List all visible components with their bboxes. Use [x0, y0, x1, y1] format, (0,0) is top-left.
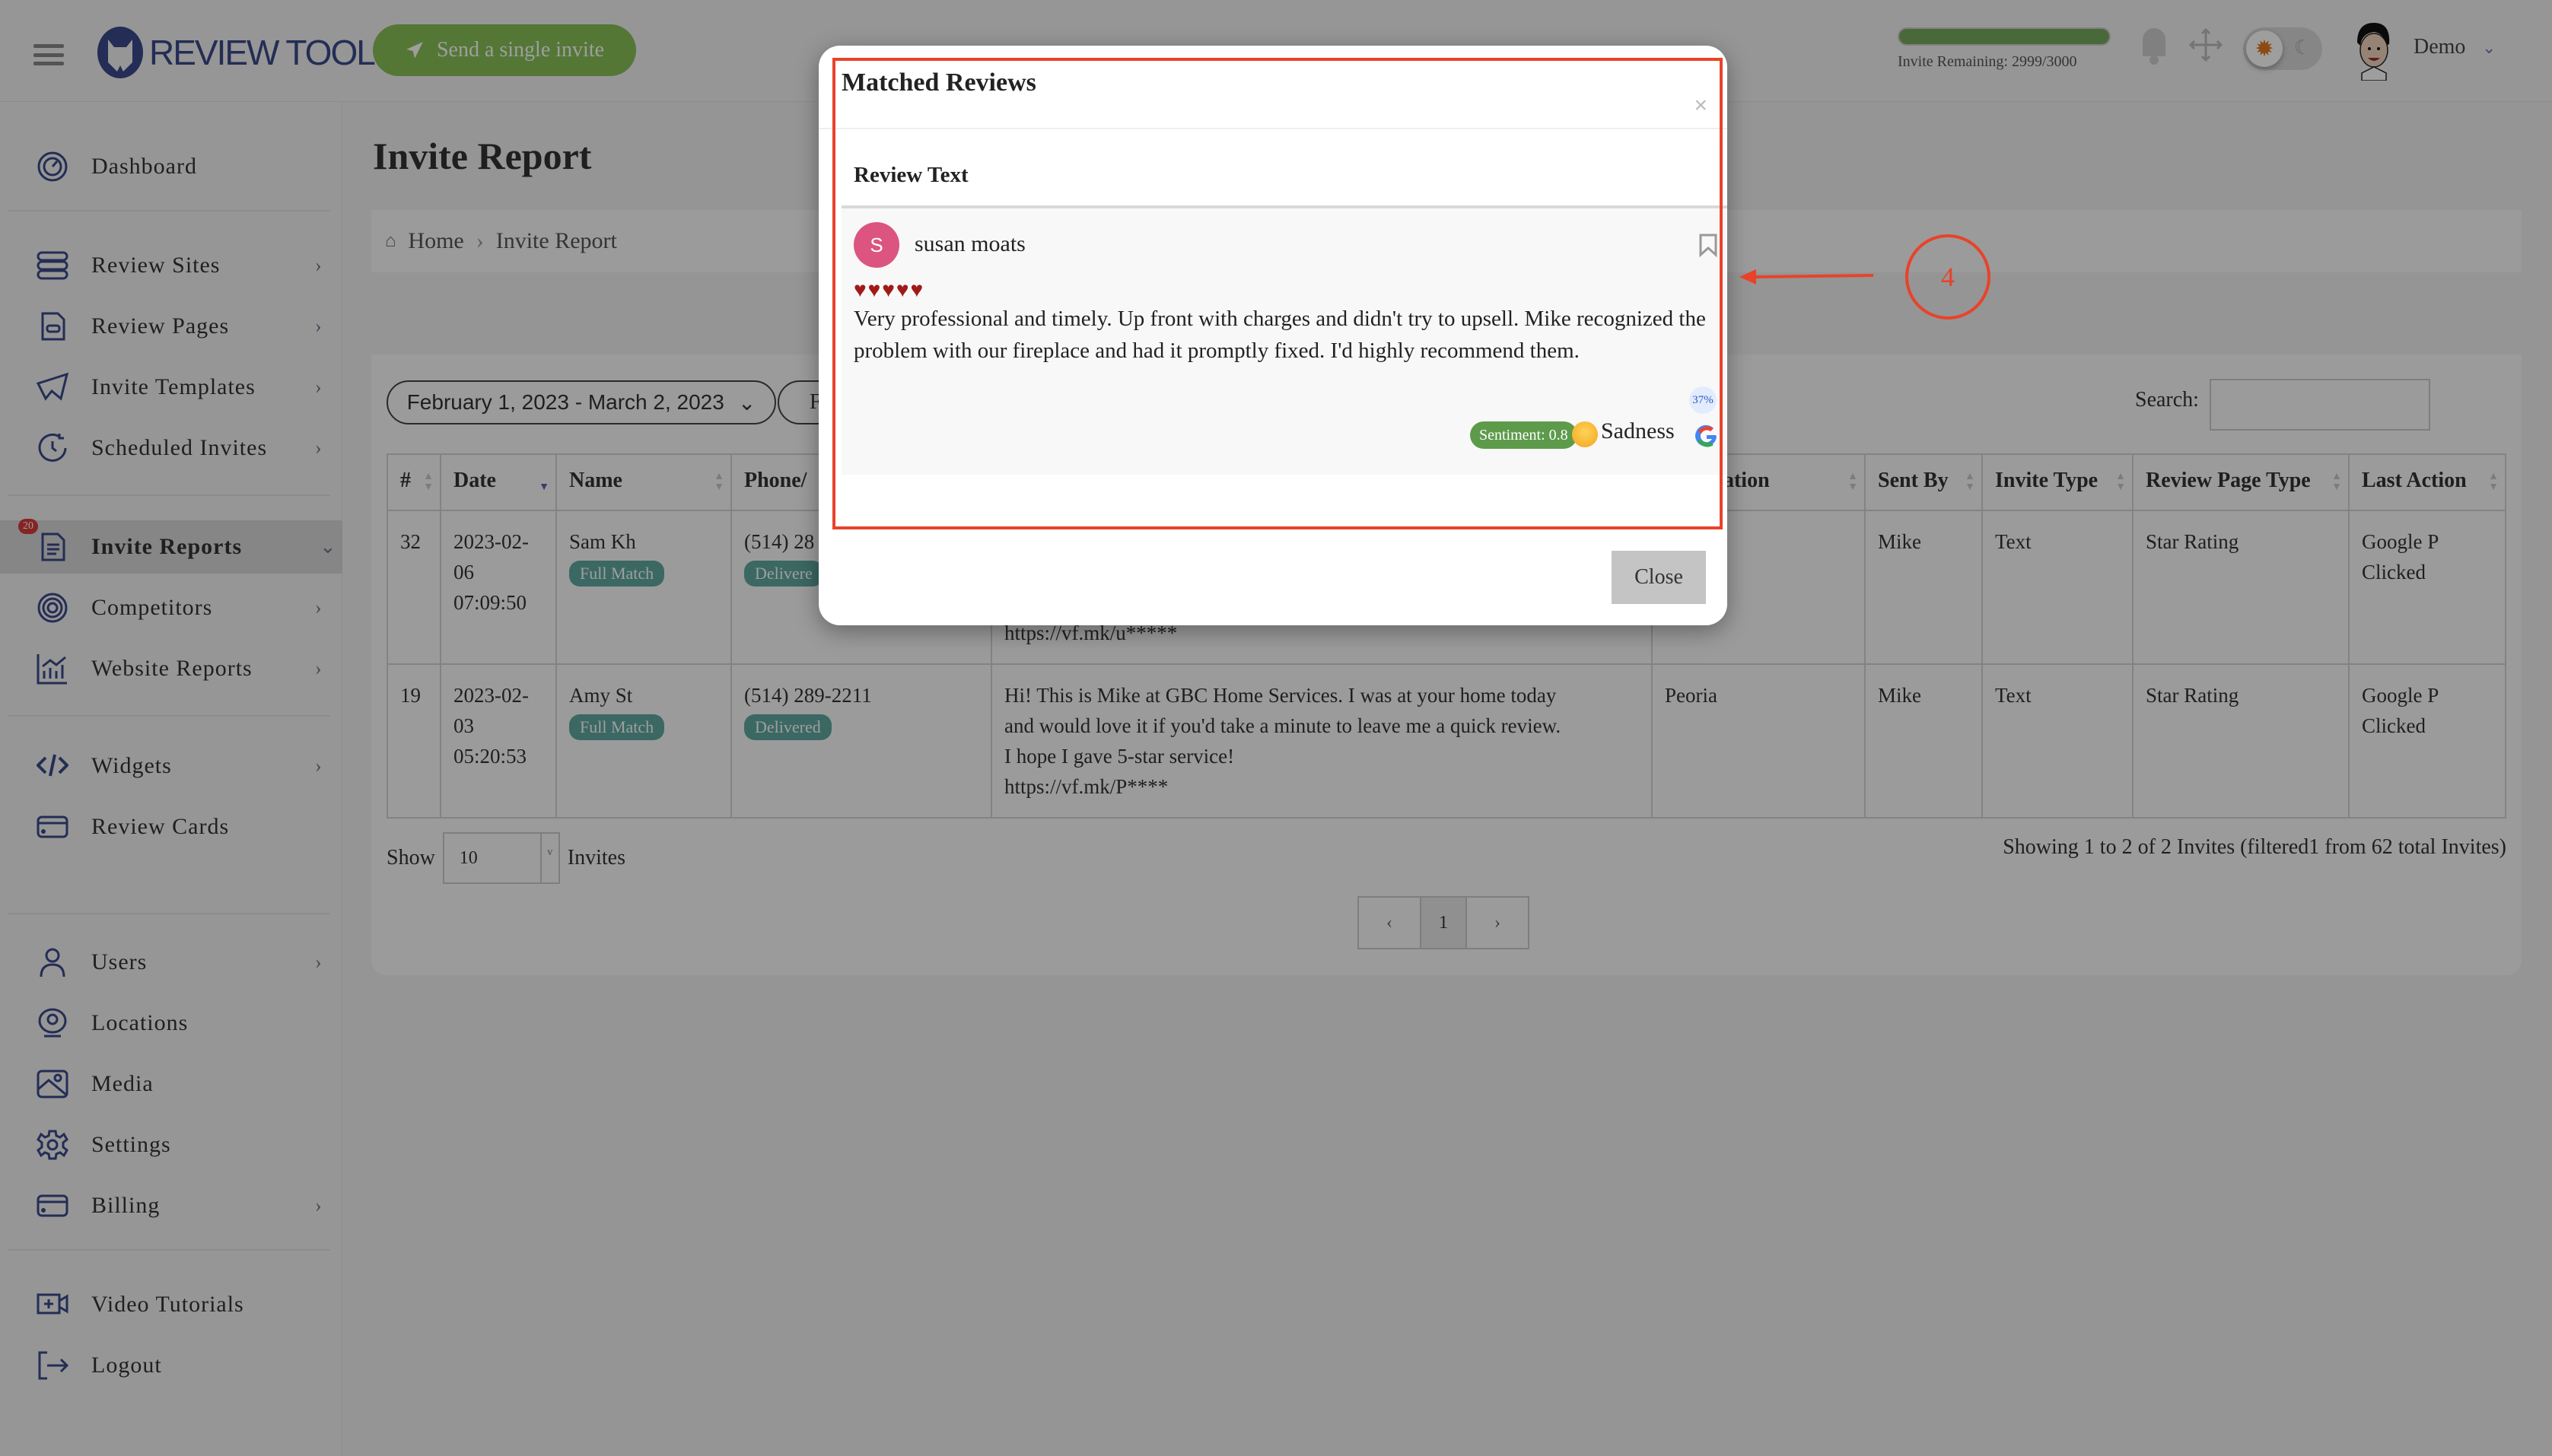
- emotion-percent-badge: 37%: [1689, 386, 1717, 414]
- close-button[interactable]: Close: [1612, 551, 1706, 604]
- review-text-column-header: Review Text: [854, 163, 969, 187]
- rating-hearts: ♥♥♥♥♥: [854, 278, 925, 302]
- reviewer-name: susan moats: [915, 231, 1026, 256]
- review-item: S susan moats ♥♥♥♥♥ Very professional an…: [842, 208, 1727, 475]
- sentiment-badge: Sentiment: 0.8: [1470, 421, 1577, 449]
- reviewer-avatar: S: [854, 222, 899, 268]
- modal-title: Matched Reviews: [842, 68, 1036, 97]
- modal-divider: [819, 128, 1727, 129]
- google-icon: [1695, 424, 1717, 447]
- bookmark-icon[interactable]: [1698, 233, 1718, 257]
- emotion-label: Sadness: [1601, 418, 1675, 443]
- close-icon[interactable]: ×: [1694, 93, 1707, 119]
- sad-face-icon: [1572, 421, 1598, 447]
- annotation-arrow-icon: [1739, 269, 1874, 285]
- matched-reviews-modal: Matched Reviews × Review Text S susan mo…: [819, 46, 1727, 625]
- review-text: Very professional and timely. Up front w…: [854, 307, 1706, 363]
- annotation-step-number: 4: [1905, 234, 1990, 319]
